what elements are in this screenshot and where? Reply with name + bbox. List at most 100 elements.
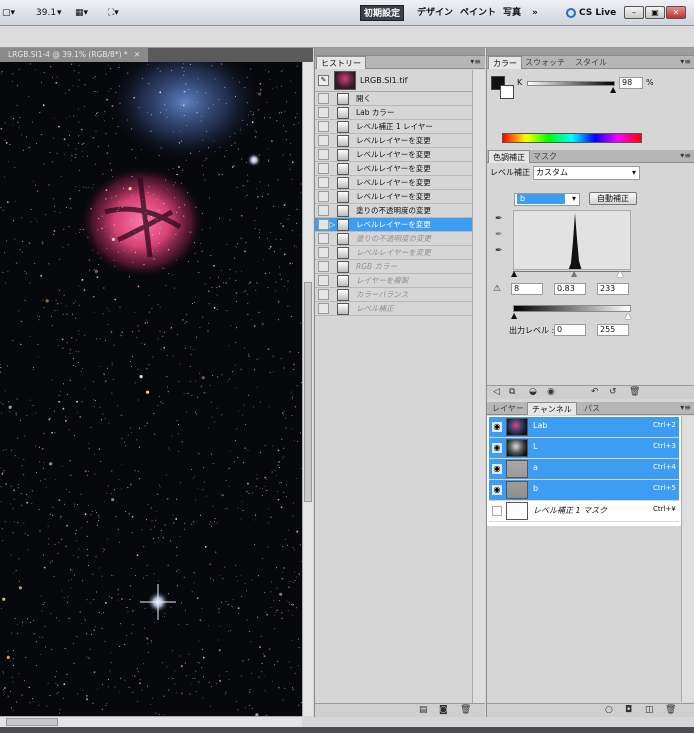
color-value-input[interactable]: 98 [619, 77, 643, 89]
input-gamma-field[interactable]: 0.83 [554, 283, 586, 295]
horizontal-scrollbar[interactable] [0, 716, 302, 727]
tab-adjustments[interactable]: 色調補正 [488, 150, 530, 163]
workspace-design-button[interactable]: デザイン [414, 5, 456, 21]
history-state[interactable]: 開く [315, 92, 472, 106]
output-black-field[interactable]: 0 [554, 324, 586, 336]
panel-menu-icon[interactable]: ▾≡ [470, 57, 481, 66]
gray-eyedropper-icon[interactable]: ✒ [495, 230, 503, 240]
history-state[interactable]: レベル補正 1 レイヤー [315, 120, 472, 134]
history-state[interactable]: レイヤーを複製 [315, 274, 472, 288]
white-eyedropper-icon[interactable]: ✒ [495, 246, 503, 256]
visibility-toggle[interactable] [492, 506, 502, 516]
gamma-handle[interactable]: ▲ [571, 269, 577, 278]
load-selection-icon[interactable]: ○ [605, 705, 613, 715]
channels-scrollbar[interactable] [681, 416, 694, 702]
new-snapshot-icon[interactable]: ◙ [439, 705, 448, 715]
save-selection-icon[interactable]: ◘ [625, 705, 632, 715]
preset-select[interactable]: カスタム ▾ [533, 166, 640, 180]
black-eyedropper-icon[interactable]: ✒ [495, 214, 503, 224]
history-brush-source-checkbox[interactable] [318, 191, 329, 202]
history-brush-source-checkbox[interactable] [318, 205, 329, 216]
channel-row[interactable]: ◉ b Ctrl+5 [489, 480, 679, 501]
channel-row[interactable]: ◉ L Ctrl+3 [489, 438, 679, 459]
vertical-scroll-thumb[interactable] [304, 282, 312, 502]
document-canvas[interactable] [0, 62, 302, 716]
tab-swatches[interactable]: スウォッチ [521, 56, 569, 69]
visibility-eye-icon[interactable]: ◉ [492, 422, 502, 432]
history-state[interactable]: ▷ レベルレイヤーを変更 [315, 218, 472, 232]
history-state[interactable]: レベルレイヤーを変更 [315, 176, 472, 190]
history-brush-source-checkbox[interactable] [318, 135, 329, 146]
input-black-field[interactable]: 8 [511, 283, 543, 295]
snapshot-source-icon[interactable]: ✎ [318, 75, 329, 86]
visibility-eye-icon[interactable]: ◉ [492, 443, 502, 453]
close-button[interactable]: ✕ [666, 6, 686, 19]
calculate-histogram-icon[interactable]: ⚠ [493, 284, 501, 294]
history-brush-source-checkbox[interactable] [318, 219, 329, 230]
history-brush-source-checkbox[interactable] [318, 233, 329, 244]
history-state[interactable]: レベルレイヤーを変更 [315, 162, 472, 176]
screen-layout-icon[interactable]: ⛶▾ [108, 6, 119, 20]
cs-live-icon[interactable] [566, 8, 576, 18]
history-brush-source-checkbox[interactable] [318, 93, 329, 104]
history-brush-source-checkbox[interactable] [318, 177, 329, 188]
workspace-essentials-button[interactable]: 初期設定 [360, 5, 405, 21]
visibility-eye-icon[interactable]: ◉ [492, 464, 502, 474]
tab-channels[interactable]: チャンネル [527, 402, 577, 415]
history-brush-source-checkbox[interactable] [318, 303, 329, 314]
panel-menu-icon[interactable]: ▾≡ [680, 151, 691, 160]
panel-menu-icon[interactable]: ▾≡ [680, 403, 691, 412]
tab-layers[interactable]: レイヤー [488, 402, 528, 415]
history-state[interactable]: RGB カラー [315, 260, 472, 274]
history-state-marker-icon[interactable]: ▷ [329, 218, 335, 231]
minimize-button[interactable]: – [624, 6, 644, 19]
color-slider[interactable] [527, 81, 615, 86]
channel-select[interactable]: b ▾ [514, 193, 580, 206]
expanded-view-icon[interactable]: ⧉ [509, 387, 515, 397]
zoom-dropdown-icon[interactable]: ▾ [57, 6, 62, 20]
black-point-handle[interactable]: ▲ [511, 269, 517, 278]
document-tab-close-icon[interactable]: ✕ [134, 50, 140, 59]
more-workspaces-button[interactable]: » [529, 5, 541, 21]
tab-paths[interactable]: パス [580, 402, 604, 415]
history-brush-source-checkbox[interactable] [318, 261, 329, 272]
return-to-list-icon[interactable]: ◁ [493, 387, 500, 397]
history-state[interactable]: Lab カラー [315, 106, 472, 120]
history-brush-source-checkbox[interactable] [318, 289, 329, 300]
maximize-button[interactable]: ▣ [645, 6, 665, 19]
screen-mode-icon[interactable]: ▢▾ [2, 6, 15, 20]
history-brush-source-checkbox[interactable] [318, 149, 329, 160]
history-brush-source-checkbox[interactable] [318, 107, 329, 118]
reset-icon[interactable]: ↺ [609, 387, 617, 397]
channel-row[interactable]: ◉ Lab Ctrl+2 [489, 417, 679, 438]
history-state[interactable]: 塗りの不透明度の変更 [315, 204, 472, 218]
vertical-scrollbar[interactable] [302, 62, 313, 716]
history-brush-source-checkbox[interactable] [318, 247, 329, 258]
view-previous-state-icon[interactable]: ↶ [591, 387, 599, 397]
tab-masks[interactable]: マスク [529, 150, 561, 163]
history-state[interactable]: レベルレイヤーを変更 [315, 246, 472, 260]
history-state[interactable]: レベル補正 [315, 302, 472, 316]
history-scrollbar[interactable] [472, 70, 485, 717]
panel-menu-icon[interactable]: ▾≡ [680, 57, 691, 66]
delete-state-icon[interactable]: 🗑 [460, 705, 471, 715]
visibility-eye-icon[interactable]: ◉ [492, 485, 502, 495]
history-snapshot[interactable]: ✎ LRGB.SI1.tif [315, 70, 472, 92]
history-brush-source-checkbox[interactable] [318, 163, 329, 174]
history-state[interactable]: レベルレイヤーを変更 [315, 190, 472, 204]
zoom-level[interactable]: 39.1 [36, 6, 56, 20]
history-state[interactable]: レベルレイヤーを変更 [315, 148, 472, 162]
history-brush-source-checkbox[interactable] [318, 121, 329, 132]
arrange-documents-icon[interactable]: ▦▾ [75, 6, 88, 20]
tab-color[interactable]: カラー [488, 56, 522, 69]
workspace-photo-button[interactable]: 写真 [500, 5, 524, 21]
clip-to-layer-icon[interactable]: ◒ [529, 387, 537, 397]
input-white-field[interactable]: 233 [597, 283, 629, 295]
output-white-handle[interactable]: ▲ [625, 311, 631, 320]
delete-channel-icon[interactable]: 🗑 [665, 705, 676, 715]
auto-button[interactable]: 自動補正 [589, 192, 637, 205]
document-tab[interactable]: LRGB.SI1-4 @ 39.1% (RGB/8*) * ✕ [0, 48, 148, 62]
output-black-handle[interactable]: ▲ [511, 311, 517, 320]
white-point-handle[interactable]: ▲ [617, 269, 623, 278]
new-channel-icon[interactable]: ◫ [645, 705, 654, 715]
